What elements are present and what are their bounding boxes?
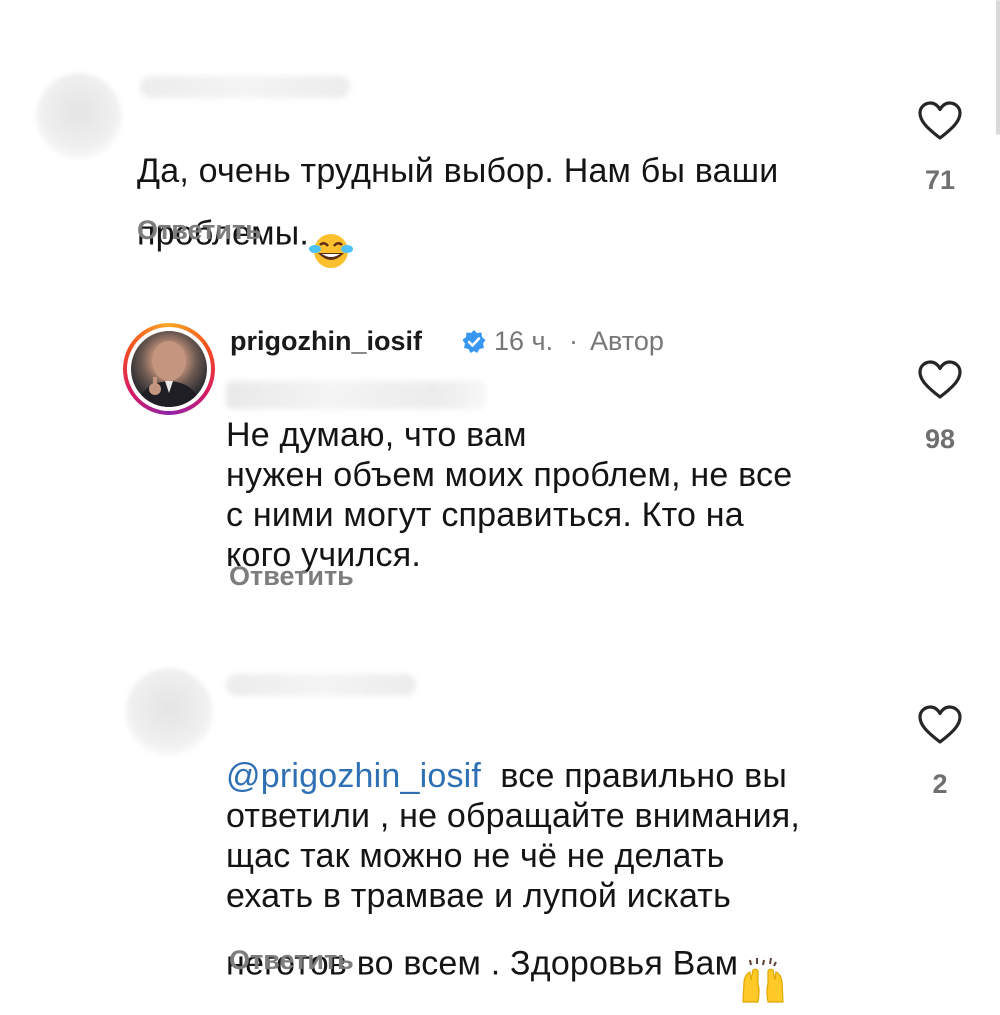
comment-text: Да, очень трудный выбор. Нам бы ваши про… [137,111,897,280]
heart-icon[interactable] [917,101,963,141]
avatar[interactable] [125,668,213,756]
mention-spacer [481,757,500,795]
username-blurred[interactable] [226,674,416,696]
avatar-story-ring[interactable] [123,323,215,415]
avatar [131,331,207,407]
reply-button[interactable]: Ответить [137,215,262,246]
author-username[interactable]: prigozhin_iosif [230,326,422,357]
heart-icon[interactable] [917,360,963,400]
like-count: 71 [924,165,956,195]
like-button[interactable]: 2 [910,705,970,800]
verified-badge-icon [461,329,487,360]
like-count: 2 [932,769,948,799]
reply-button[interactable]: Ответить [229,945,354,976]
like-button[interactable]: 98 [910,360,970,455]
comment-time: 16 ч. [494,326,554,356]
reply-button[interactable]: Ответить [229,561,354,592]
scrollbar[interactable] [996,0,1000,135]
avatar[interactable] [36,73,122,159]
comment-text: Не думаю, что вам нужен объем моих пробл… [226,375,906,575]
heart-icon[interactable] [917,705,963,745]
laughing-tears-emoji-icon [308,191,353,280]
comment-body: Не думаю, что вам нужен объем моих пробл… [226,416,793,574]
like-count: 98 [924,424,956,454]
mention-link[interactable]: @prigozhin_iosif [226,757,481,795]
username-blurred[interactable] [140,76,350,98]
raising-hands-emoji-icon [738,916,788,1015]
meta-separator: · [569,326,578,356]
like-button[interactable]: 71 [910,101,970,196]
author-label: Автор [590,326,664,356]
